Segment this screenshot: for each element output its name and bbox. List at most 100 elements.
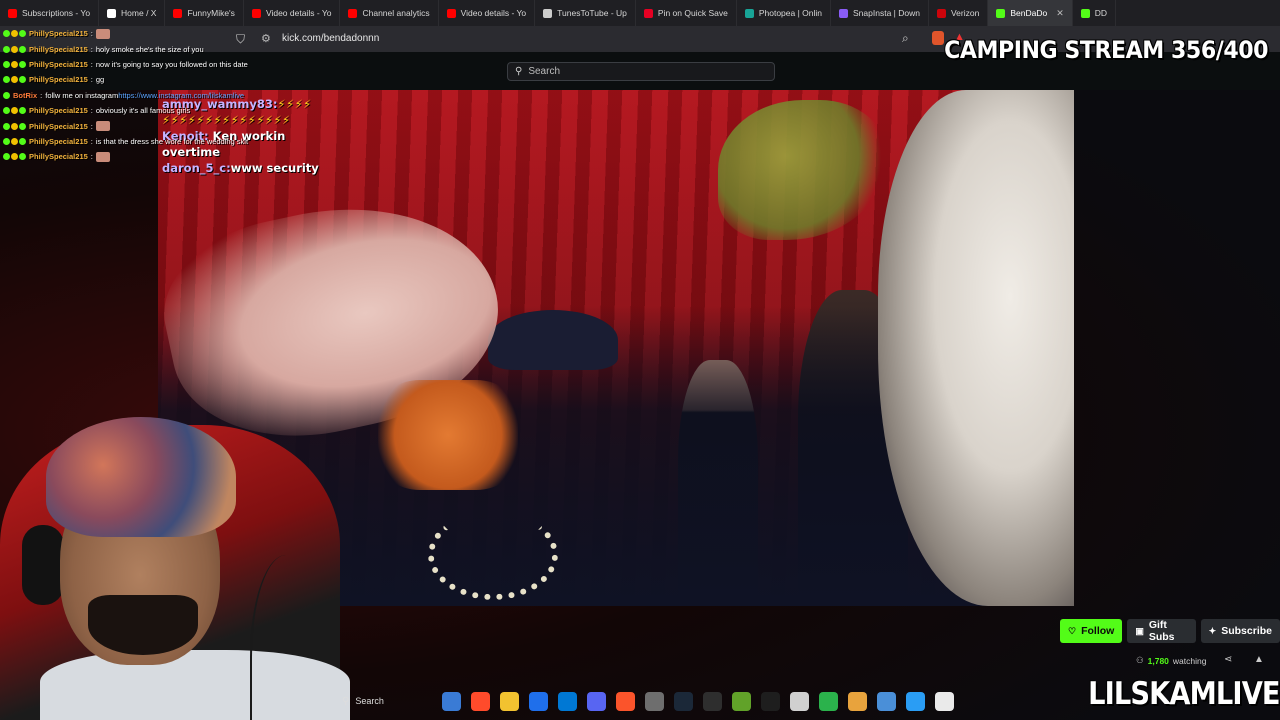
youtube-favicon-icon	[348, 8, 358, 18]
discord-icon[interactable]	[587, 691, 606, 711]
heart-icon: ♡	[1068, 625, 1077, 636]
close-tab-icon[interactable]: ✕	[1056, 8, 1064, 19]
headphones	[22, 525, 64, 605]
brave-browser-icon[interactable]	[616, 691, 635, 711]
brave-shields-icon[interactable]	[932, 31, 944, 45]
verizon-favicon-icon	[936, 8, 946, 18]
browser-tab[interactable]: Video details - Yo	[244, 0, 341, 26]
chat-link[interactable]: https://www.instagram.com/lilskamlive	[118, 91, 244, 100]
more-options-icon[interactable]: ▲	[1254, 654, 1264, 665]
taskbar-app-icon[interactable]	[703, 691, 722, 711]
browser-tab[interactable]: Verizon	[929, 0, 989, 26]
tab-label: Channel analytics	[362, 8, 430, 18]
video-frame-chain	[428, 510, 558, 600]
taskbar-app-icon[interactable]	[442, 691, 461, 711]
taskbar-app-icon[interactable]	[761, 691, 780, 711]
browser-tab-strip: Subscriptions - Yo Home / X FunnyMike's …	[0, 0, 1280, 26]
kick-favicon-icon	[996, 8, 1006, 18]
browser-tab[interactable]: DD	[1073, 0, 1117, 26]
youtube-favicon-icon	[8, 8, 17, 18]
taskbar-app-icon[interactable]	[732, 691, 751, 711]
tab-label: Verizon	[950, 8, 980, 18]
chat-username: PhillySpecial215	[29, 121, 88, 131]
store-icon[interactable]	[529, 691, 548, 711]
browser-tab[interactable]: Pin on Quick Save	[636, 0, 737, 26]
chat-badges	[3, 76, 26, 84]
subscribe-button[interactable]: ✦ Subscribe	[1200, 619, 1280, 643]
chat-username: BotRix	[13, 90, 38, 100]
x-favicon-icon	[107, 8, 117, 18]
steam-icon[interactable]	[674, 691, 693, 711]
obs-icon[interactable]	[645, 691, 664, 711]
file-explorer-icon[interactable]	[500, 691, 519, 711]
tab-label: BenDaDo	[1010, 8, 1048, 18]
chat-message: PhillySpecial215: holy smoke she's the si…	[0, 41, 300, 56]
chat-username: PhillySpecial215	[29, 75, 88, 85]
browser-tab[interactable]: Home / X	[99, 0, 166, 26]
browser-tab[interactable]: Channel analytics	[340, 0, 439, 26]
chat-text: holy smoke she's the size of you	[95, 44, 204, 54]
browser-tab-active[interactable]: BenDaDo ✕	[988, 0, 1073, 26]
chat-badges	[3, 153, 26, 161]
tunestotube-favicon-icon	[543, 8, 553, 18]
chat-text: now it's going to say you followed on th…	[95, 59, 248, 69]
chat-badges	[3, 107, 26, 115]
taskbar-app-icon[interactable]	[819, 691, 838, 711]
gift-subs-button[interactable]: ▣ Gift Subs	[1127, 619, 1196, 643]
browser-tab[interactable]: TunesToTube - Up	[535, 0, 636, 26]
search-box[interactable]: ⚲	[507, 62, 775, 81]
star-icon: ✦	[1208, 625, 1217, 636]
chat-message: PhillySpecial215:	[0, 26, 300, 41]
browser-tab[interactable]: Video details - Yo	[439, 0, 536, 26]
search-input[interactable]	[528, 66, 749, 77]
taskbar-app-icon[interactable]	[906, 691, 925, 711]
zoom-icon[interactable]: ⌕	[902, 31, 909, 46]
chat-text: obviously it's all famous girls	[95, 106, 191, 116]
chat-message: PhillySpecial215: is that the dress she w…	[0, 134, 300, 149]
chat-badges	[3, 60, 26, 68]
chat-text: follw me on instagram	[45, 90, 119, 100]
screen: Subscriptions - Yo Home / X FunnyMike's …	[0, 0, 1280, 720]
browser-tab[interactable]: FunnyMike's	[165, 0, 244, 26]
chat-message: BotRix: follw me on instagram https://www…	[0, 88, 300, 103]
stream-chat-overlay: PhillySpecial215: PhillySpecial215: holy …	[0, 26, 300, 165]
photoshop-icon[interactable]	[558, 691, 577, 711]
chat-emote	[95, 151, 110, 162]
photopea-favicon-icon	[744, 8, 754, 18]
snapinsta-favicon-icon	[839, 8, 849, 18]
youtube-favicon-icon	[173, 8, 183, 18]
taskbar-app-icon[interactable]	[848, 691, 867, 711]
gift-subs-label: Gift Subs	[1148, 619, 1175, 643]
share-icon[interactable]: ⋖	[1224, 654, 1232, 665]
watching-label: watching	[1172, 655, 1207, 666]
chat-text: is that the dress she wore for the weddi…	[95, 136, 249, 146]
youtube-favicon-icon	[446, 8, 456, 18]
tab-label: TunesToTube - Up	[557, 8, 627, 18]
notepad-icon[interactable]	[935, 691, 954, 711]
subscribe-label: Subscribe	[1221, 625, 1272, 637]
chat-username: PhillySpecial215	[29, 59, 88, 69]
chat-username: PhillySpecial215	[29, 152, 88, 162]
tab-label: Video details - Yo	[460, 8, 527, 18]
taskbar-app-icon[interactable]	[877, 691, 896, 711]
kick-favicon-icon	[1080, 8, 1090, 18]
follow-button[interactable]: ♡ Follow	[1060, 619, 1123, 643]
pinterest-favicon-icon	[643, 8, 653, 18]
taskbar-app-icon[interactable]	[471, 691, 490, 711]
chat-message: PhillySpecial215: now it's going to say y…	[0, 57, 300, 72]
chat-message: PhillySpecial215:	[0, 118, 300, 133]
browser-tab[interactable]: Photopea | Onlin	[737, 0, 832, 26]
streamer-beard	[88, 595, 198, 655]
chat-badges	[3, 122, 26, 130]
taskbar-app-icon[interactable]	[790, 691, 809, 711]
browser-tab[interactable]: SnapInsta | Down	[831, 0, 929, 26]
chat-message: PhillySpecial215:	[0, 149, 300, 164]
taskbar-search[interactable]: ⚲ Search	[336, 690, 436, 712]
search-icon: ⚲	[515, 66, 523, 77]
viewer-count: ⚇ 1,780 watching	[1136, 655, 1206, 666]
tab-label: Subscriptions - Yo	[22, 8, 91, 18]
tab-label: Home / X	[121, 8, 157, 18]
chat-emote	[95, 121, 110, 132]
browser-tab[interactable]: Subscriptions - Yo	[0, 0, 100, 26]
search-icon: ⚲	[342, 695, 350, 707]
